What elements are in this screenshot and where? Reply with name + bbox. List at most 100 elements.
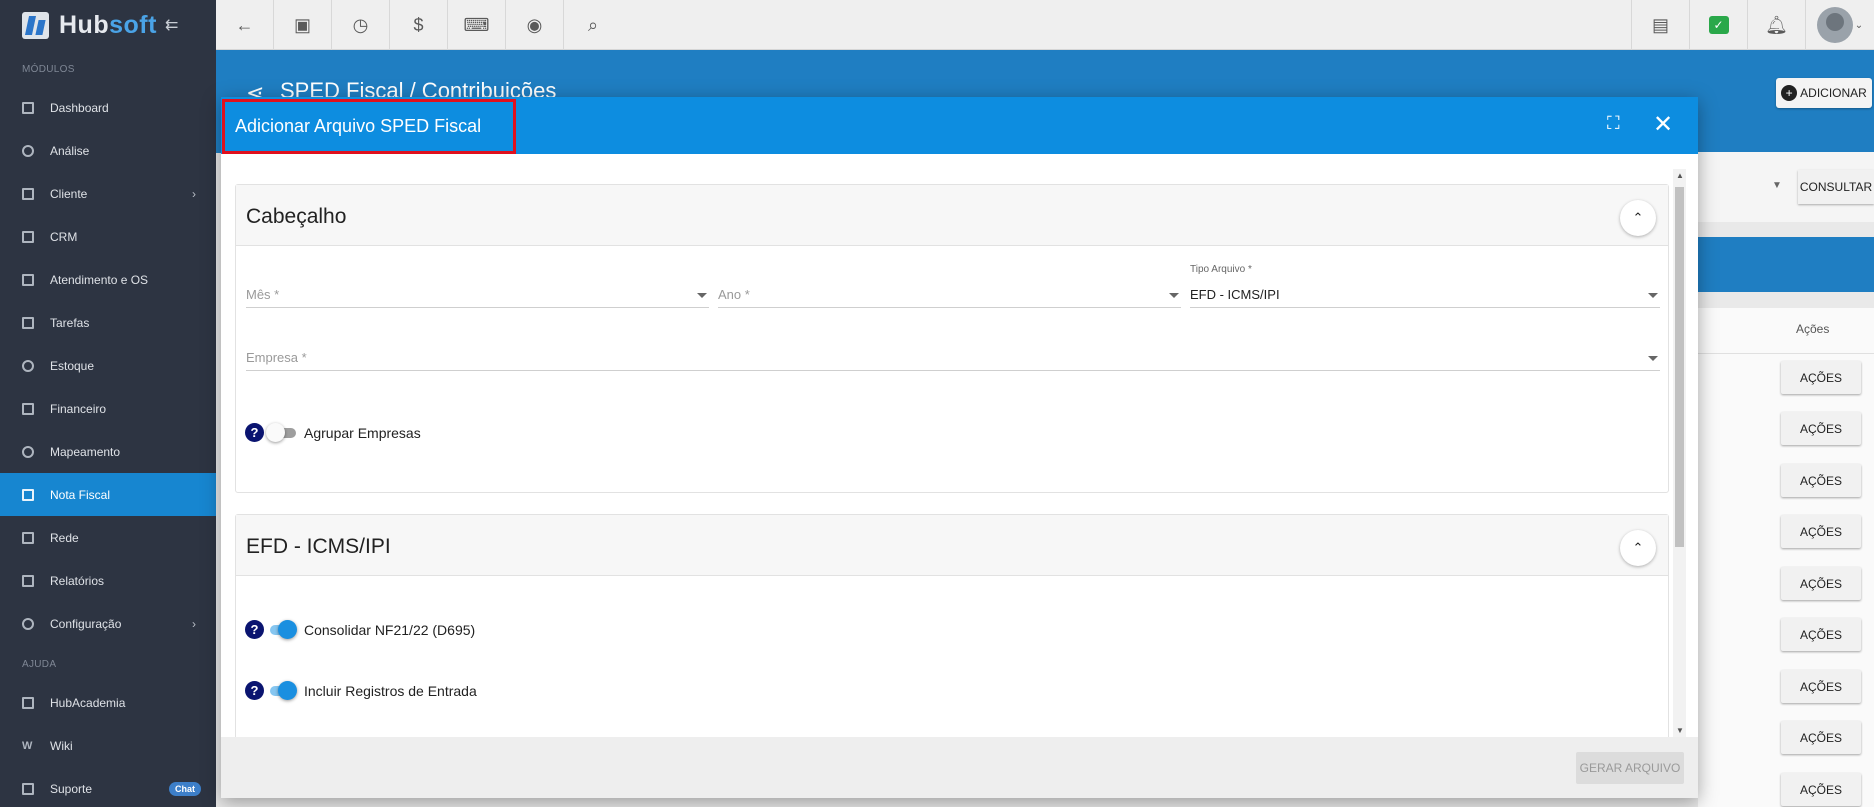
collapse-sidebar-icon[interactable]: ⇇ <box>165 15 178 35</box>
scroll-thumb[interactable] <box>1675 187 1684 547</box>
dollar-icon: $ <box>413 14 424 35</box>
incluir-entrada-row: ? Incluir Registros de Entrada <box>245 681 477 700</box>
dashboard-icon <box>22 101 34 114</box>
acoes-column-header: Ações <box>1796 322 1830 336</box>
sidebar-item-mapeamento[interactable]: Mapeamento <box>0 430 216 473</box>
fullscreen-icon[interactable]: ⛶ <box>1607 113 1620 134</box>
acoes-button[interactable]: AÇÕES <box>1781 773 1861 806</box>
sidebar-item-configuracao[interactable]: Configuração › <box>0 602 216 645</box>
report-icon <box>22 574 34 587</box>
empresa-label: Empresa * <box>246 350 307 365</box>
modal-scrollbar[interactable]: ▲ ▼ <box>1673 169 1686 737</box>
tasks-check-button[interactable]: ✓ <box>1689 0 1747 50</box>
sidebar: Hubsoft ⇇ MÓDULOS Dashboard Análise Clie… <box>0 0 216 807</box>
sidebar-item-nota-fiscal[interactable]: Nota Fiscal <box>0 473 216 516</box>
acoes-button[interactable]: AÇÕES <box>1781 515 1861 548</box>
acoes-button[interactable]: AÇÕES <box>1781 464 1861 497</box>
schedule-button[interactable]: ◷ <box>332 0 390 50</box>
sidebar-item-cliente[interactable]: Cliente › <box>0 172 216 215</box>
map-pin-icon <box>22 445 34 458</box>
sidebar-item-relatorios[interactable]: Relatórios <box>0 559 216 602</box>
sidebar-item-dashboard[interactable]: Dashboard <box>0 86 216 129</box>
pdf-button[interactable]: ▤ <box>1631 0 1689 50</box>
agrupar-empresas-toggle[interactable] <box>266 423 296 442</box>
sidebar-item-wiki[interactable]: W Wiki <box>0 724 216 767</box>
view-button[interactable]: ◉ <box>506 0 564 50</box>
divider <box>1698 353 1874 354</box>
back-button[interactable]: ← <box>216 0 274 50</box>
acoes-button[interactable]: AÇÕES <box>1781 361 1861 394</box>
plus-icon: + <box>1781 85 1798 101</box>
consultar-button[interactable]: CONSULTAR <box>1798 170 1874 204</box>
cabecalho-title: Cabeçalho <box>246 205 347 228</box>
brand-hub: Hub <box>59 10 110 39</box>
agrupar-empresas-row: ? Agrupar Empresas <box>245 423 421 442</box>
sidebar-item-suporte[interactable]: Suporte Chat <box>0 767 216 807</box>
cabecalho-section: Cabeçalho ⌃ Mês * Ano * Tipo Arquivo * E… <box>235 184 1669 493</box>
brand-soft: soft <box>109 10 157 39</box>
bell-icon: 🔔︎ <box>1765 14 1788 35</box>
acoes-button[interactable]: AÇÕES <box>1781 721 1861 754</box>
chevron-right-icon: › <box>192 186 196 201</box>
dropdown-caret-icon <box>1169 293 1179 298</box>
incluir-entrada-toggle[interactable] <box>266 681 297 700</box>
agrupar-empresas-label: Agrupar Empresas <box>304 424 421 441</box>
video-icon <box>22 696 34 709</box>
consolidar-row: ? Consolidar NF21/22 (D695) <box>245 620 475 639</box>
consolidar-toggle[interactable] <box>266 620 297 639</box>
notifications-button[interactable]: 🔔︎ <box>1747 0 1805 50</box>
money-icon <box>22 402 34 415</box>
empresa-select[interactable]: Empresa * <box>246 343 1660 371</box>
gerar-arquivo-button[interactable]: GERAR ARQUIVO <box>1576 752 1684 784</box>
tipo-arquivo-value: EFD - ICMS/IPI <box>1190 287 1280 302</box>
chevron-up-icon: ⌃ <box>1632 540 1644 555</box>
add-button[interactable]: + ADICIONAR <box>1776 78 1872 108</box>
search-button[interactable]: ⌕ <box>564 0 622 50</box>
help-icon[interactable]: ? <box>245 620 264 639</box>
sidebar-item-financeiro[interactable]: Financeiro <box>0 387 216 430</box>
modal-title: Adicionar Arquivo SPED Fiscal <box>235 116 482 136</box>
dropdown-caret-icon <box>1648 356 1658 361</box>
mes-select[interactable]: Mês * <box>246 280 709 308</box>
contact-button[interactable]: ▣ <box>274 0 332 50</box>
close-icon[interactable]: ✕ <box>1653 110 1673 139</box>
avatar <box>1816 7 1853 43</box>
help-icon[interactable]: ? <box>245 423 264 442</box>
package-icon <box>22 359 34 372</box>
acoes-button[interactable]: AÇÕES <box>1781 412 1861 445</box>
acoes-button[interactable]: AÇÕES <box>1781 618 1861 651</box>
efd-section-header: EFD - ICMS/IPI ⌃ <box>236 515 1668 576</box>
gear-icon <box>22 617 34 630</box>
sidebar-item-atendimento[interactable]: Atendimento e OS <box>0 258 216 301</box>
dropdown-caret-icon <box>697 293 707 298</box>
user-menu[interactable]: ⌄ <box>1805 0 1874 50</box>
chevron-down-icon[interactable]: ▼ <box>1772 180 1782 191</box>
acoes-button[interactable]: AÇÕES <box>1781 670 1861 703</box>
wiki-icon: W <box>22 739 33 752</box>
sidebar-item-hubacademia[interactable]: HubAcademia <box>0 681 216 724</box>
tipo-arquivo-select[interactable]: Tipo Arquivo * EFD - ICMS/IPI <box>1190 264 1660 308</box>
help-icon[interactable]: ? <box>245 681 264 700</box>
chat-icon <box>22 782 34 795</box>
sidebar-item-crm[interactable]: CRM <box>0 215 216 258</box>
efd-section: EFD - ICMS/IPI ⌃ ? Consolidar NF21/22 (D… <box>235 514 1669 737</box>
scroll-down-icon[interactable]: ▼ <box>1676 726 1684 735</box>
collapse-efd-button[interactable]: ⌃ <box>1620 530 1656 566</box>
section-modulos: MÓDULOS <box>22 64 75 75</box>
scroll-up-icon[interactable]: ▲ <box>1676 171 1684 180</box>
ano-select[interactable]: Ano * <box>718 280 1181 308</box>
terminal-button[interactable]: ⌨ <box>448 0 506 50</box>
acoes-button[interactable]: AÇÕES <box>1781 567 1861 600</box>
finance-button[interactable]: $ <box>390 0 448 50</box>
modal-footer: GERAR ARQUIVO <box>221 737 1698 798</box>
sidebar-item-estoque[interactable]: Estoque <box>0 344 216 387</box>
brand-logo[interactable]: Hubsoft ⇇ <box>0 0 216 50</box>
efd-title: EFD - ICMS/IPI <box>246 535 391 558</box>
sidebar-item-analise[interactable]: Análise <box>0 129 216 172</box>
collapse-cabecalho-button[interactable]: ⌃ <box>1620 200 1656 236</box>
contact-card-icon: ▣ <box>293 14 311 35</box>
sidebar-item-rede[interactable]: Rede <box>0 516 216 559</box>
eye-icon: ◉ <box>526 14 543 35</box>
chat-badge: Chat <box>169 781 201 796</box>
sidebar-item-tarefas[interactable]: Tarefas <box>0 301 216 344</box>
